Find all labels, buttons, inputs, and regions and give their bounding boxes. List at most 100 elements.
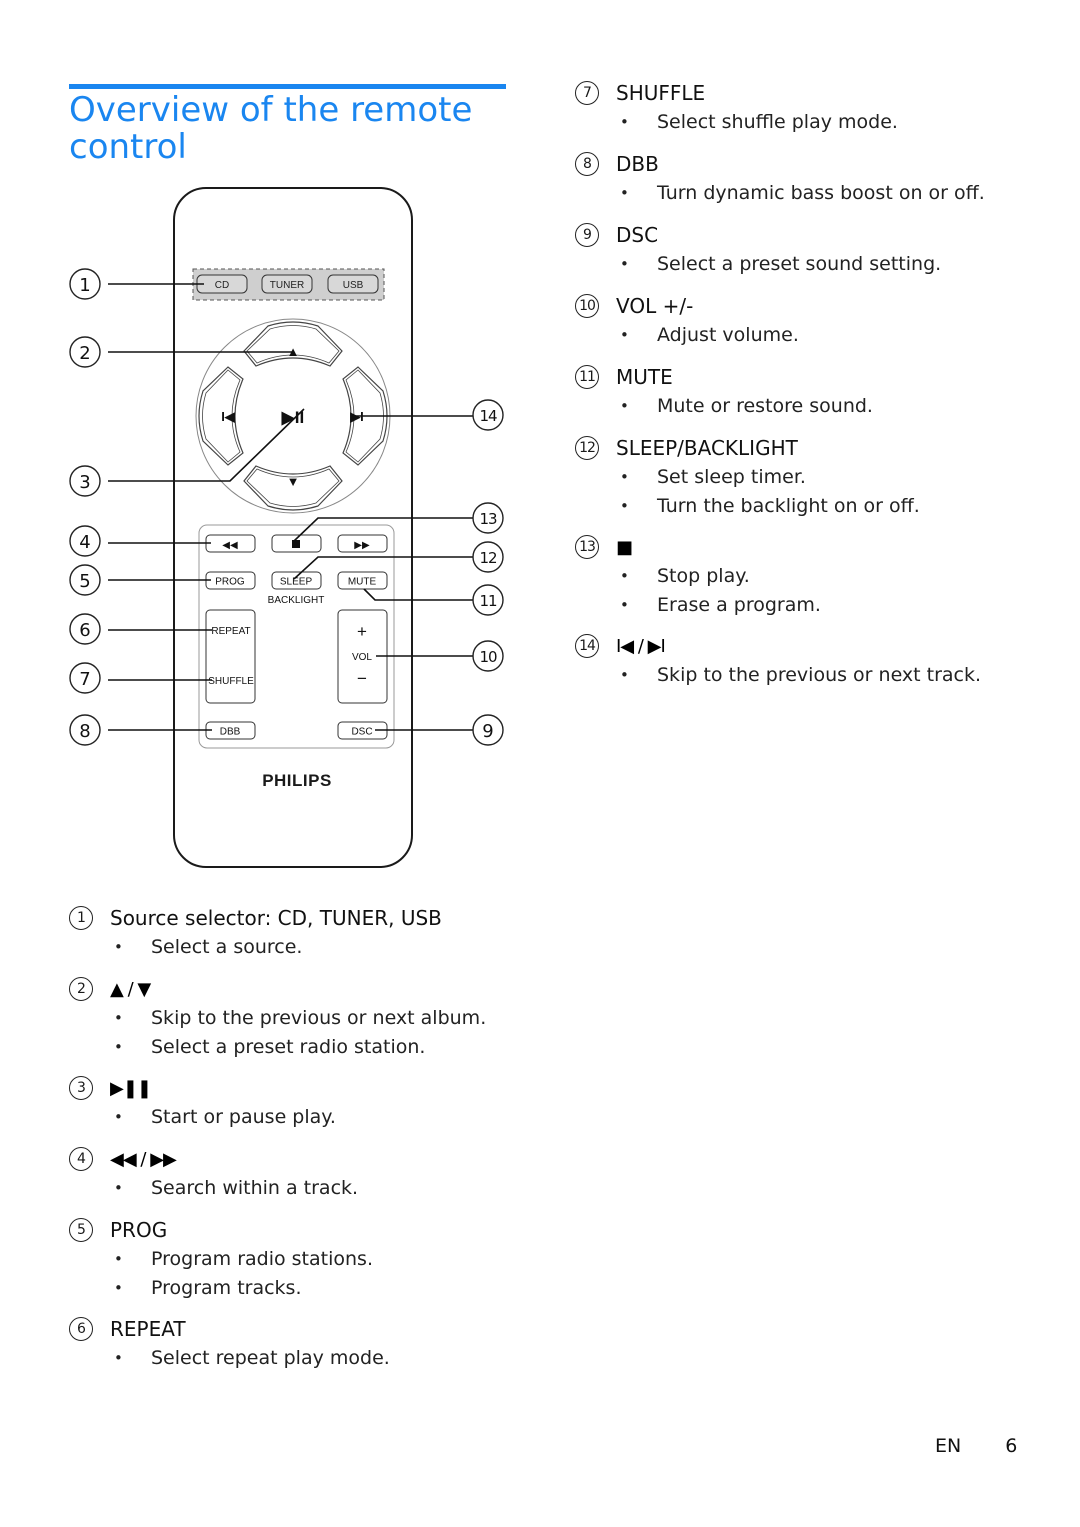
source-button-tuner[interactable]: TUNER <box>261 274 313 294</box>
item-5: 5 PROG Program radio stations. Program tr… <box>69 1215 373 1302</box>
play-pause-button[interactable]: ▶II <box>281 408 305 427</box>
item-heading: DBB <box>616 152 659 176</box>
item-number: 5 <box>69 1218 93 1242</box>
sleep-label: SLEEP <box>280 577 313 588</box>
item-number: 4 <box>69 1147 93 1171</box>
callout-6: 6 <box>69 613 101 645</box>
svg-text:5: 5 <box>79 571 90 592</box>
callout-1: 1 <box>69 268 101 300</box>
callout-12: 12 <box>472 541 504 573</box>
item-3: 3 ▶❚❚ Start or pause play. <box>69 1073 336 1132</box>
prog-button[interactable]: PROG <box>205 571 256 590</box>
bullet: Turn dynamic bass boost on or off. <box>616 179 985 208</box>
item-6: 6 REPEAT Select repeat play mode. <box>69 1314 390 1373</box>
sleep-button[interactable]: SLEEP <box>271 571 322 590</box>
source-button-usb[interactable]: USB <box>327 274 379 294</box>
item-number: 7 <box>575 81 599 105</box>
bullet: Turn the backlight on or off. <box>616 492 920 521</box>
item-heading: Source selector: CD, TUNER, USB <box>110 906 442 930</box>
item-number: 3 <box>69 1076 93 1100</box>
item-heading: REPEAT <box>110 1317 186 1341</box>
callout-4: 4 <box>69 525 101 557</box>
bullet: Search within a track. <box>110 1174 358 1203</box>
bullet: Select a preset sound setting. <box>616 250 941 279</box>
bullet: Set sleep timer. <box>616 463 920 492</box>
callout-14: 14 <box>472 399 504 431</box>
svg-text:7: 7 <box>79 669 90 690</box>
callout-5: 5 <box>69 564 101 596</box>
item-number: 13 <box>575 535 599 559</box>
dbb-button[interactable]: DBB <box>205 721 256 740</box>
item-heading: MUTE <box>616 365 673 389</box>
item-number: 9 <box>575 223 599 247</box>
prev-next-track-icon: I◀ / ▶I <box>616 635 666 657</box>
forward-icon: ▶▶ <box>354 540 370 551</box>
repeat-shuffle-button[interactable]: REPEAT SHUFFLE <box>205 609 256 704</box>
bullet: Start or pause play. <box>110 1103 336 1132</box>
item-heading: PROG <box>110 1218 168 1242</box>
stop-icon: ■ <box>616 536 633 558</box>
bullet: Select a preset radio station. <box>110 1033 486 1062</box>
svg-text:3: 3 <box>79 472 90 493</box>
item-14: 14 I◀ / ▶I Skip to the previous or next t… <box>575 631 981 690</box>
item-8: 8 DBB Turn dynamic bass boost on or off. <box>575 149 985 208</box>
callout-9: 9 <box>472 714 504 746</box>
rewind-button[interactable]: ◀◀ <box>205 534 256 553</box>
svg-text:6: 6 <box>79 620 90 641</box>
bullet: Mute or restore sound. <box>616 392 873 421</box>
mute-button[interactable]: MUTE <box>337 571 388 590</box>
bullet: Skip to the previous or next album. <box>110 1004 486 1033</box>
callout-numbers-left: 1 2 3 4 5 6 7 8 <box>69 268 101 746</box>
svg-text:8: 8 <box>79 721 90 742</box>
bullet: Adjust volume. <box>616 321 799 350</box>
play-pause-icon: ▶❚❚ <box>110 1077 152 1099</box>
bullet: Select repeat play mode. <box>110 1344 390 1373</box>
bullet: Program radio stations. <box>110 1245 373 1274</box>
title-rule <box>69 84 506 89</box>
rewind-forward-icon: ◀◀ / ▶▶ <box>110 1148 177 1170</box>
item-2: 2 ▲ / ▼ Skip to the previous or next albu… <box>69 974 486 1061</box>
item-number: 11 <box>575 365 599 389</box>
page-title-line2: control <box>69 127 187 167</box>
source-button-cd[interactable]: CD <box>196 274 248 294</box>
source-button-usb-label: USB <box>343 280 364 291</box>
svg-text:4: 4 <box>79 532 90 553</box>
item-heading: DSC <box>616 223 659 247</box>
bullet: Stop play. <box>616 562 821 591</box>
bullet: Program tracks. <box>110 1274 373 1303</box>
prog-label: PROG <box>215 577 245 588</box>
page-title: Overview of the remote control <box>69 92 509 166</box>
item-13: 13 ■ Stop play. Erase a program. <box>575 532 821 619</box>
forward-button[interactable]: ▶▶ <box>337 534 388 553</box>
item-4: 4 ◀◀ / ▶▶ Search within a track. <box>69 1144 358 1203</box>
vol-label: VOL <box>352 652 372 663</box>
brand-logo: PHILIPS <box>262 771 332 790</box>
page-footer: EN 6 <box>935 1435 1017 1457</box>
callout-3: 3 <box>69 465 101 497</box>
bullet: Select shuffle play mode. <box>616 108 898 137</box>
up-down-arrows-icon: ▲ / ▼ <box>110 978 151 1000</box>
svg-text:11: 11 <box>479 592 497 610</box>
source-button-tuner-label: TUNER <box>270 280 304 291</box>
shuffle-label: SHUFFLE <box>208 676 254 687</box>
dbb-label: DBB <box>220 727 241 738</box>
backlight-label: BACKLIGHT <box>268 595 325 606</box>
remote-diagram: CD TUNER USB ▲ ▼ I◀ ▶I ▶II ◀◀ ▶▶ PROG SL… <box>69 187 504 868</box>
source-button-cd-label: CD <box>215 280 229 291</box>
callout-2: 2 <box>69 336 101 368</box>
stop-icon <box>292 540 300 548</box>
repeat-label: REPEAT <box>211 626 250 637</box>
bullet: Skip to the previous or next track. <box>616 661 981 690</box>
item-1: 1 Source selector: CD, TUNER, USB Select … <box>69 903 442 962</box>
svg-text:13: 13 <box>479 510 497 528</box>
item-11: 11 MUTE Mute or restore sound. <box>575 362 873 421</box>
item-number: 1 <box>69 906 93 930</box>
item-number: 12 <box>575 436 599 460</box>
svg-text:10: 10 <box>479 648 497 666</box>
vol-minus-icon: − <box>357 669 367 688</box>
dsc-label: DSC <box>351 727 372 738</box>
item-number: 2 <box>69 977 93 1001</box>
prev-track-icon: I◀ <box>221 409 236 424</box>
item-heading: SLEEP/BACKLIGHT <box>616 436 798 460</box>
down-arrow-icon: ▼ <box>287 474 300 489</box>
